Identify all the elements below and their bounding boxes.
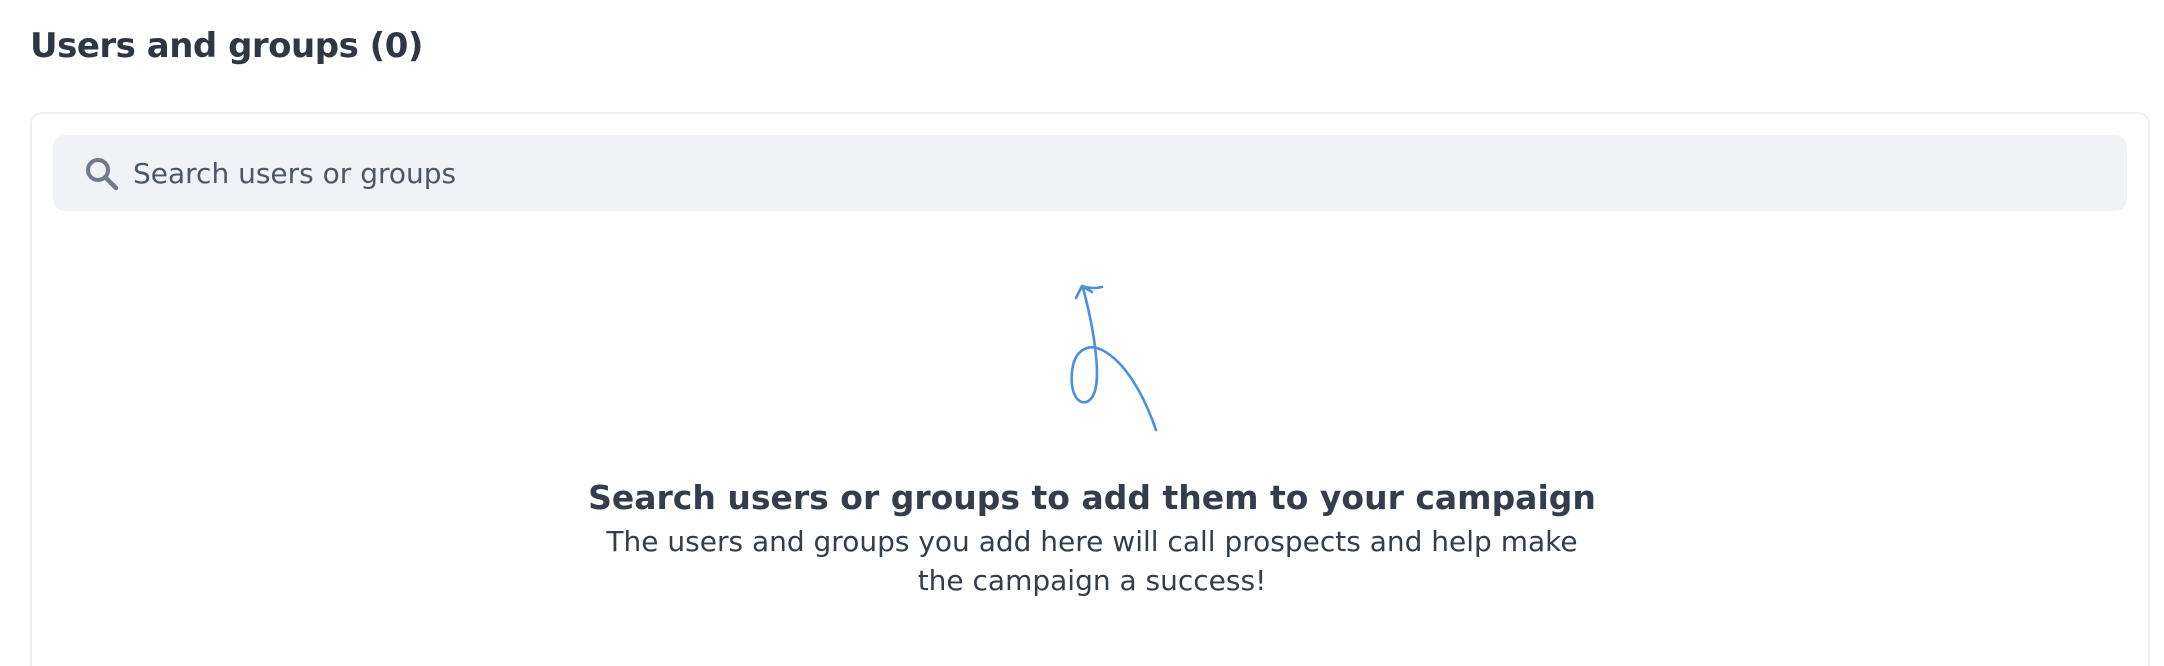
search-bar[interactable]	[53, 135, 2127, 211]
curly-arrow-up-icon	[1022, 264, 1162, 434]
search-icon	[83, 155, 121, 193]
users-groups-page: Users and groups (0) Search users or gro…	[0, 0, 2164, 666]
empty-state: Search users or groups to add them to yo…	[32, 264, 2152, 600]
empty-state-title: Search users or groups to add them to yo…	[588, 478, 1596, 517]
section-title: Users and groups (0)	[30, 26, 423, 66]
users-groups-panel: Search users or groups to add them to yo…	[30, 112, 2150, 666]
empty-state-description: The users and groups you add here will c…	[606, 525, 1578, 597]
search-input[interactable]	[133, 135, 2093, 211]
